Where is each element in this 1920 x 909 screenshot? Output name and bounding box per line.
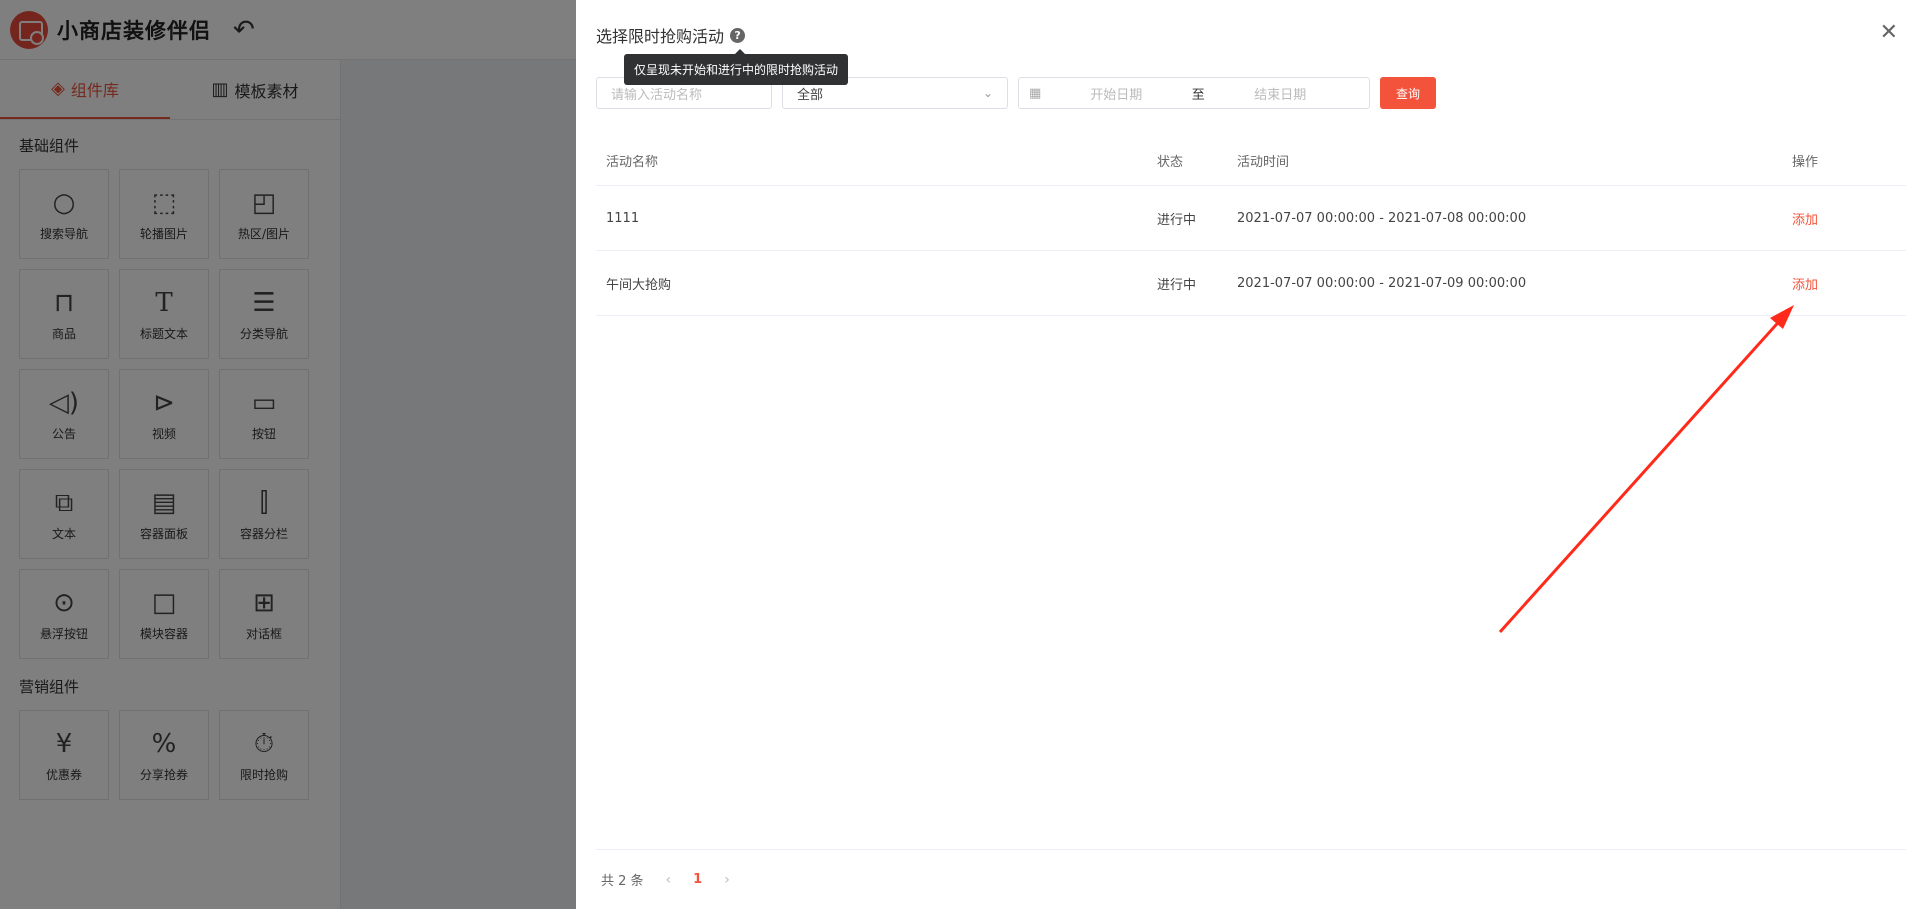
- annotation-arrow-icon: [1498, 305, 1794, 634]
